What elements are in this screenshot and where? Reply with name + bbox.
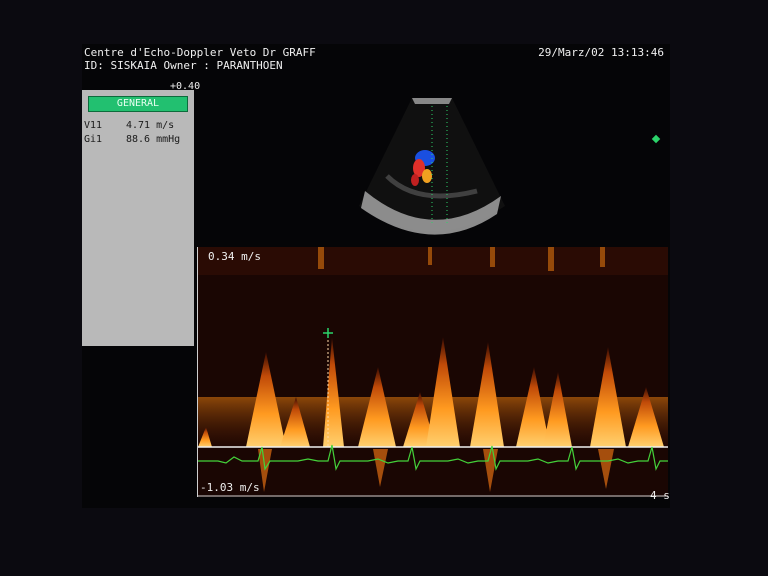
measure-label-gi1: Gi1 bbox=[84, 134, 103, 145]
measure-value-v11: 4.71 m/s bbox=[126, 120, 175, 131]
patient-id: ID: SISKAIA Owner : PARANTHOEN bbox=[84, 59, 283, 72]
velocity-top-label: 0.34 m/s bbox=[208, 250, 261, 263]
bmode-sector-image bbox=[359, 98, 505, 235]
orientation-marker bbox=[651, 134, 661, 144]
measurement-panel: GENERAL V11 4.71 m/s Gi1 88.6 mmHg bbox=[82, 90, 194, 346]
doppler-spectrum bbox=[197, 247, 668, 497]
velocity-bottom-label: -1.03 m/s bbox=[200, 481, 260, 494]
measure-value-gi1: 88.6 mmHg bbox=[126, 134, 181, 145]
date-time: 29/Marz/02 13:13:46 bbox=[538, 46, 664, 59]
clinic-name: Centre d'Echo-Doppler Veto Dr GRAFF bbox=[84, 46, 316, 59]
general-tab[interactable]: GENERAL bbox=[88, 96, 188, 112]
ultrasound-screen: Centre d'Echo-Doppler Veto Dr GRAFF ID: … bbox=[82, 44, 670, 508]
measure-label-v11: V11 bbox=[84, 120, 103, 131]
time-scale-label: 4 s bbox=[650, 489, 670, 502]
